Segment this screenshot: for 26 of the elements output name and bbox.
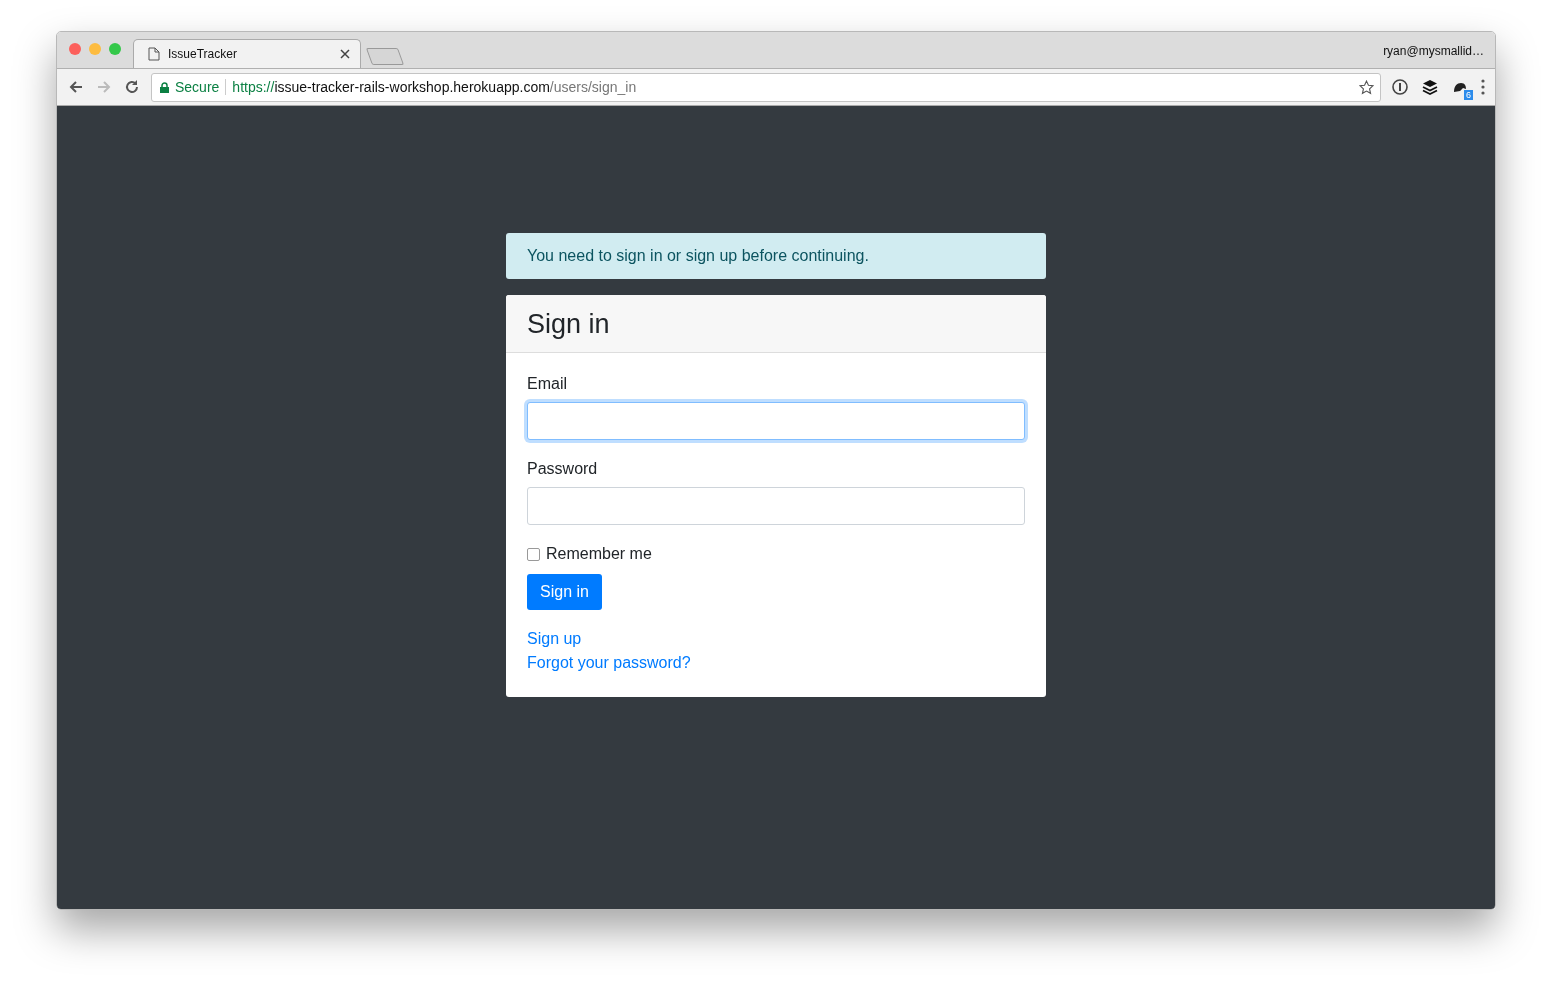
lock-icon — [160, 81, 169, 93]
reload-icon[interactable] — [123, 78, 141, 96]
info-circle-icon[interactable] — [1391, 78, 1409, 96]
checkbox[interactable] — [527, 547, 540, 561]
checkbox-label: Remember me — [546, 545, 652, 563]
tab-title: IssueTracker — [168, 47, 238, 61]
close-tab-icon[interactable] — [340, 49, 350, 59]
layers-icon[interactable] — [1421, 78, 1439, 96]
link[interactable]: Sign up — [527, 627, 582, 651]
browser-tab[interactable]: IssueTracker — [133, 39, 361, 68]
star-icon[interactable] — [1359, 79, 1374, 95]
profile-name[interactable]: ryan@mysmallid… — [1383, 44, 1484, 58]
input-field[interactable] — [527, 487, 1025, 525]
secure-label: Secure — [175, 79, 220, 95]
sign-in-button[interactable]: Sign in — [527, 574, 602, 610]
menu-icon[interactable] — [1481, 78, 1485, 96]
field-label: Password — [527, 460, 598, 478]
info-alert: You need to sign in or sign up before continuing. — [506, 233, 1046, 279]
url-text: https://issue-tracker-rails-workshop.herokuapp.com/users/sign_in — [232, 79, 638, 95]
input-field[interactable] — [527, 402, 1025, 440]
notification-count: 6 — [1464, 90, 1473, 100]
link[interactable]: Forgot your password? — [527, 651, 691, 675]
card-title: Sign in — [506, 295, 1046, 353]
document-icon — [148, 47, 160, 61]
address-bar[interactable]: Secure https://issue-tracker-rails-workshop.herokuapp.com/users/sign_in — [151, 72, 1381, 102]
field-label: Email — [527, 375, 567, 393]
